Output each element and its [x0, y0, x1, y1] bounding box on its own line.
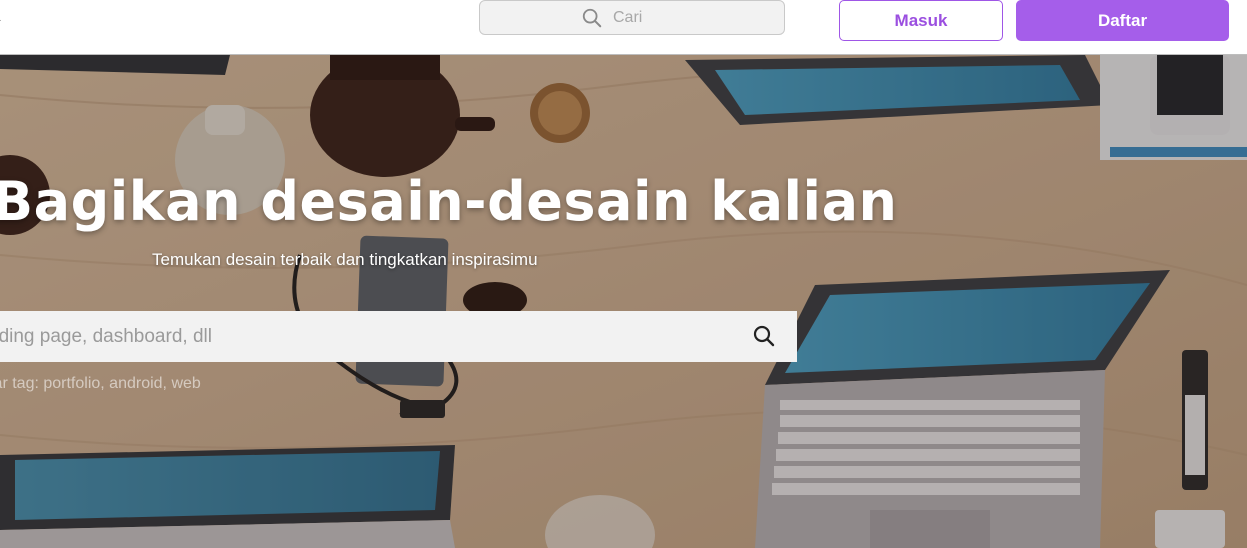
hero-search-box[interactable] [0, 311, 797, 362]
top-navbar: a Masuk Daftar [0, 0, 1247, 55]
search-icon [582, 8, 602, 27]
hero-search-input[interactable] [0, 311, 728, 362]
search-icon[interactable] [752, 324, 776, 348]
hero-subtitle: Temukan desain terbaik dan tingkatkan in… [152, 250, 538, 269]
hero-dark-overlay [0, 55, 1247, 548]
nav-search-box[interactable] [479, 0, 785, 35]
nav-search-input[interactable] [613, 8, 683, 27]
login-button[interactable]: Masuk [839, 0, 1003, 41]
hero-section: Bagikan desain-desain kalian Temukan des… [0, 55, 1247, 548]
popular-tags-text: jar tag: portfolio, android, web [0, 375, 201, 392]
register-button[interactable]: Daftar [1016, 0, 1229, 41]
brand-logo-text[interactable]: a [0, 8, 1, 26]
hero-title: Bagikan desain-desain kalian [0, 170, 898, 233]
